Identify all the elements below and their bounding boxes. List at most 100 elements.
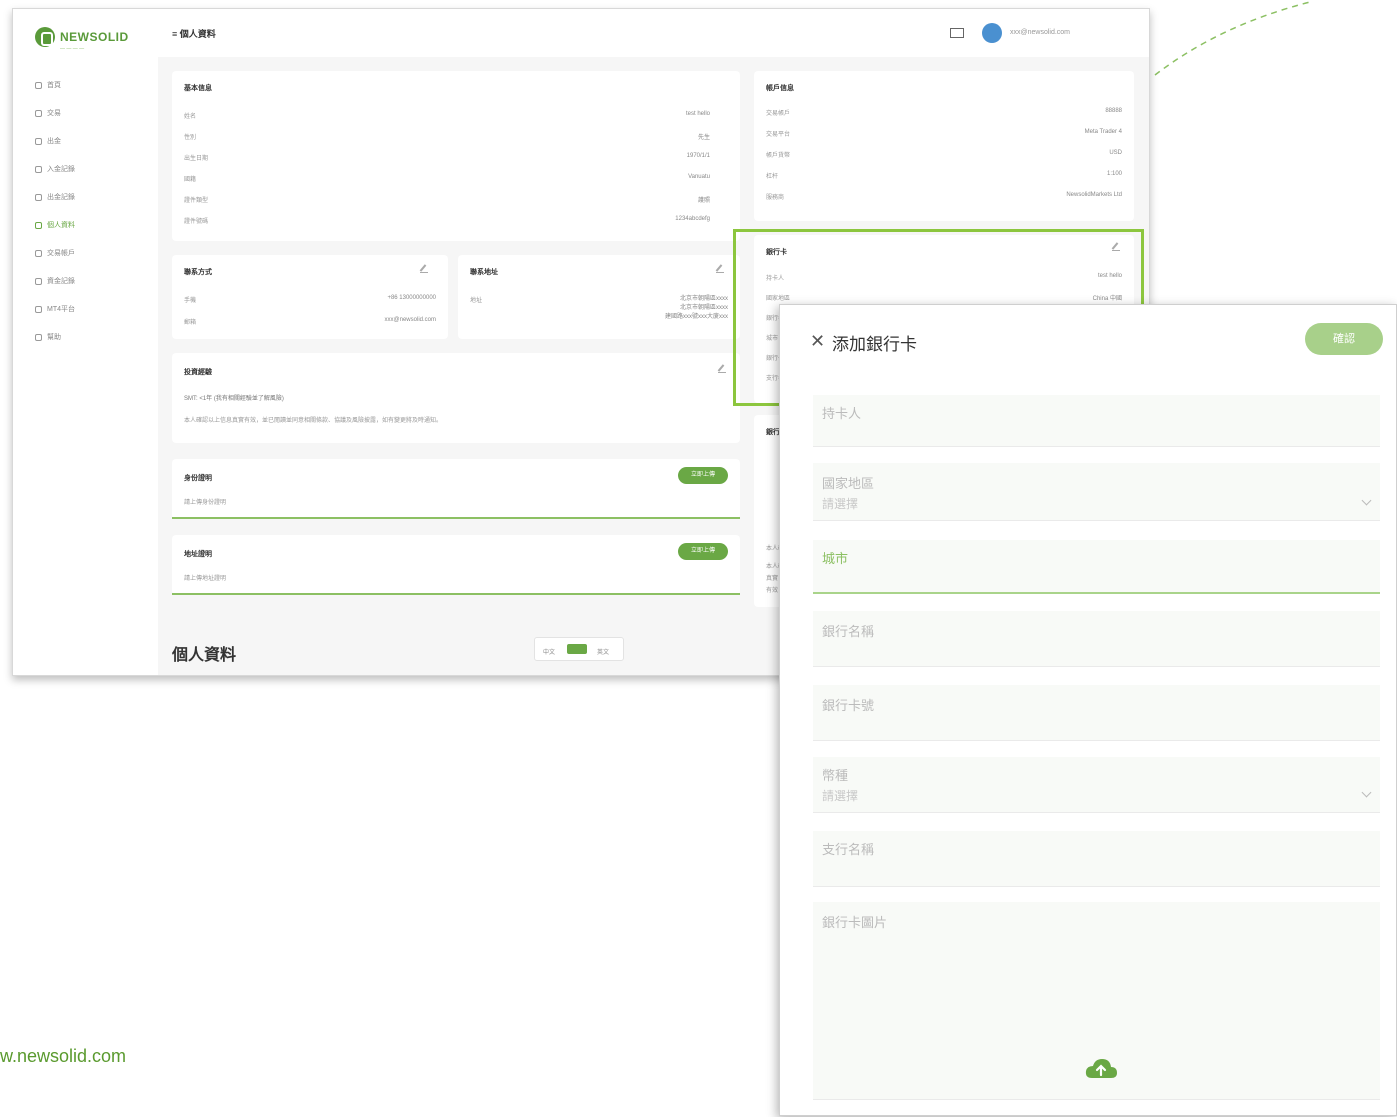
chevron-down-icon (1361, 495, 1372, 506)
card-title: 聯系地址 (470, 269, 498, 276)
account-info-card: 帳戶信息 交易帳戶 88888 交易平台 Meta Trader 4 帳戶貨幣 … (754, 71, 1134, 221)
withdraw-icon (35, 137, 42, 145)
row-label: 性別 (184, 135, 197, 141)
row-label: 出生日期 (184, 156, 209, 162)
row-value: test hello (685, 111, 710, 117)
note-line: 有效 (766, 588, 779, 594)
add-bank-card-dialog: ✕ 添加銀行卡 確認 持卡人 國家地區 請選擇 城市 銀行名稱 銀行卡號 幣種 … (779, 304, 1397, 1116)
row-value: USD (1109, 150, 1122, 156)
edit-icon[interactable] (420, 265, 428, 273)
row-label: 服務商 (766, 195, 785, 201)
help-icon (35, 333, 42, 341)
address-line: 北京市朝陽區xxxx (679, 296, 728, 302)
sidebar-item-deposit-records[interactable]: 入金記錄 (35, 155, 75, 183)
card-title: 身份證明 (184, 475, 212, 482)
cardholder-field[interactable]: 持卡人 (813, 395, 1380, 447)
bank-card-number-field[interactable]: 銀行卡號 (813, 685, 1380, 741)
profile-icon (35, 221, 42, 229)
sidebar-item-trading-account[interactable]: 交易帳戶 (35, 239, 75, 267)
edit-icon[interactable] (716, 265, 724, 273)
hint-text: 請上傳地址證明 (184, 576, 227, 582)
card-title: 地址證明 (184, 551, 212, 558)
sidebar-item-platform[interactable]: MT4平台 (35, 295, 75, 323)
card-title: 聯系方式 (184, 269, 212, 276)
trade-icon (35, 109, 42, 117)
row-value: +86 13000000000 (387, 295, 436, 301)
row-label: 證件號碼 (184, 219, 209, 225)
page-title: 個人資料 (172, 647, 237, 664)
address-proof-card: 地址證明 請上傳地址證明 立即上傳 (172, 535, 740, 595)
branch-name-field[interactable]: 支行名稱 (813, 831, 1380, 887)
divider (172, 517, 740, 519)
account-icon (35, 249, 42, 257)
sidebar-item-profile[interactable]: 個人資料 (35, 211, 75, 239)
upload-button[interactable]: 立即上傳 (678, 543, 728, 560)
row-label: 國籍 (184, 177, 197, 183)
row-label: 姓名 (184, 114, 197, 120)
contact-card: 聯系方式 手機 +86 13000000000 郵箱 xxx@newsolid.… (172, 255, 448, 339)
country-select[interactable]: 國家地區 請選擇 (813, 463, 1380, 521)
sidebar-item-home[interactable]: 首頁 (35, 71, 75, 99)
row-label: 地址 (470, 298, 483, 304)
sidebar-item-trade[interactable]: 交易 (35, 99, 75, 127)
basic-info-card: 基本信息 姓名 test hello 性別 先生 出生日期 1970/1/1 國… (172, 71, 740, 241)
address-line: 北京市朝陽區xxxx (679, 305, 728, 311)
upload-button[interactable]: 立即上傳 (678, 467, 728, 484)
edit-icon[interactable] (718, 365, 726, 373)
note-line: 真實 (766, 576, 779, 582)
user-email[interactable]: xxx@newsolid.com (1010, 29, 1070, 36)
row-label: 交易平台 (766, 132, 791, 138)
logo-icon (35, 27, 55, 47)
investment-line: 本人確認以上信息真實有效，並已閱讀並同意相關條款、協議及風險披露，如有變更將及時… (184, 418, 443, 424)
logo-text: NEWSOLID (60, 30, 129, 44)
row-label: 證件類型 (184, 198, 209, 204)
cloud-upload-icon[interactable] (1084, 1058, 1118, 1080)
deposit-icon (35, 165, 42, 173)
row-label: 交易帳戶 (766, 111, 791, 117)
row-value: Meta Trader 4 (1084, 129, 1122, 135)
card-title: 帳戶信息 (766, 85, 794, 92)
address-line: 建國路xxx號xxx大廈xxx (664, 314, 728, 320)
toggle-knob (567, 644, 587, 654)
row-value: NewsolidMarkets Ltd (1066, 192, 1122, 198)
hint-text: 請上傳身份證明 (184, 500, 227, 506)
row-value: 1:100 (1106, 171, 1122, 177)
sidebar-item-help[interactable]: 幫助 (35, 323, 75, 351)
decorative-dashed-curve (1154, 1, 1311, 76)
record-icon (35, 193, 42, 201)
row-label: 帳戶貨幣 (766, 153, 791, 159)
dialog-title: 添加銀行卡 (832, 335, 917, 354)
row-value: 1234abcdefg (675, 216, 710, 222)
sidebar: NEWSOLID — — — — 首頁 交易 出金 入金記錄 出金記錄 個人資料… (13, 9, 158, 675)
mail-icon[interactable] (950, 28, 964, 38)
row-value: xxx@newsolid.com (384, 317, 436, 323)
sidebar-item-withdraw-records[interactable]: 出金記錄 (35, 183, 75, 211)
platform-icon (35, 305, 42, 313)
top-header: ≡ 個人資料 xxx@newsolid.com (158, 9, 1149, 57)
sidebar-item-funds[interactable]: 資金記錄 (35, 267, 75, 295)
address-card: 聯系地址 地址 北京市朝陽區xxxx 北京市朝陽區xxxx 建國路xxx號xxx… (458, 255, 740, 339)
card-title: 基本信息 (184, 85, 212, 92)
sidebar-item-withdraw[interactable]: 出金 (35, 127, 75, 155)
row-value: 1970/1/1 (686, 153, 710, 159)
logo-subtitle: — — — — (60, 46, 85, 52)
row-value: 護照 (697, 198, 710, 204)
row-label: 杠杆 (766, 174, 779, 180)
sidebar-menu: 首頁 交易 出金 入金記錄 出金記錄 個人資料 交易帳戶 資金記錄 MT4平台 … (35, 71, 75, 351)
row-value: 88888 (1105, 108, 1122, 114)
city-field[interactable]: 城市 (813, 540, 1380, 594)
row-value: 先生 (697, 135, 710, 141)
close-icon[interactable]: ✕ (810, 331, 825, 352)
language-toggle[interactable]: 中文 英文 (534, 637, 624, 661)
bank-name-field[interactable]: 銀行名稱 (813, 611, 1380, 667)
confirm-button[interactable]: 確認 (1305, 323, 1383, 355)
card-title: 投資經驗 (184, 369, 212, 376)
currency-select[interactable]: 幣種 請選擇 (813, 757, 1380, 813)
investment-line: SMT: <1年 (我有相關經驗並了解風險) (184, 396, 284, 402)
home-icon (35, 81, 42, 89)
website-url: w.newsolid.com (0, 1046, 127, 1066)
row-label: 郵箱 (184, 320, 197, 326)
chevron-down-icon (1361, 787, 1372, 798)
avatar[interactable] (982, 23, 1002, 43)
row-value: Vanuatu (688, 174, 710, 180)
